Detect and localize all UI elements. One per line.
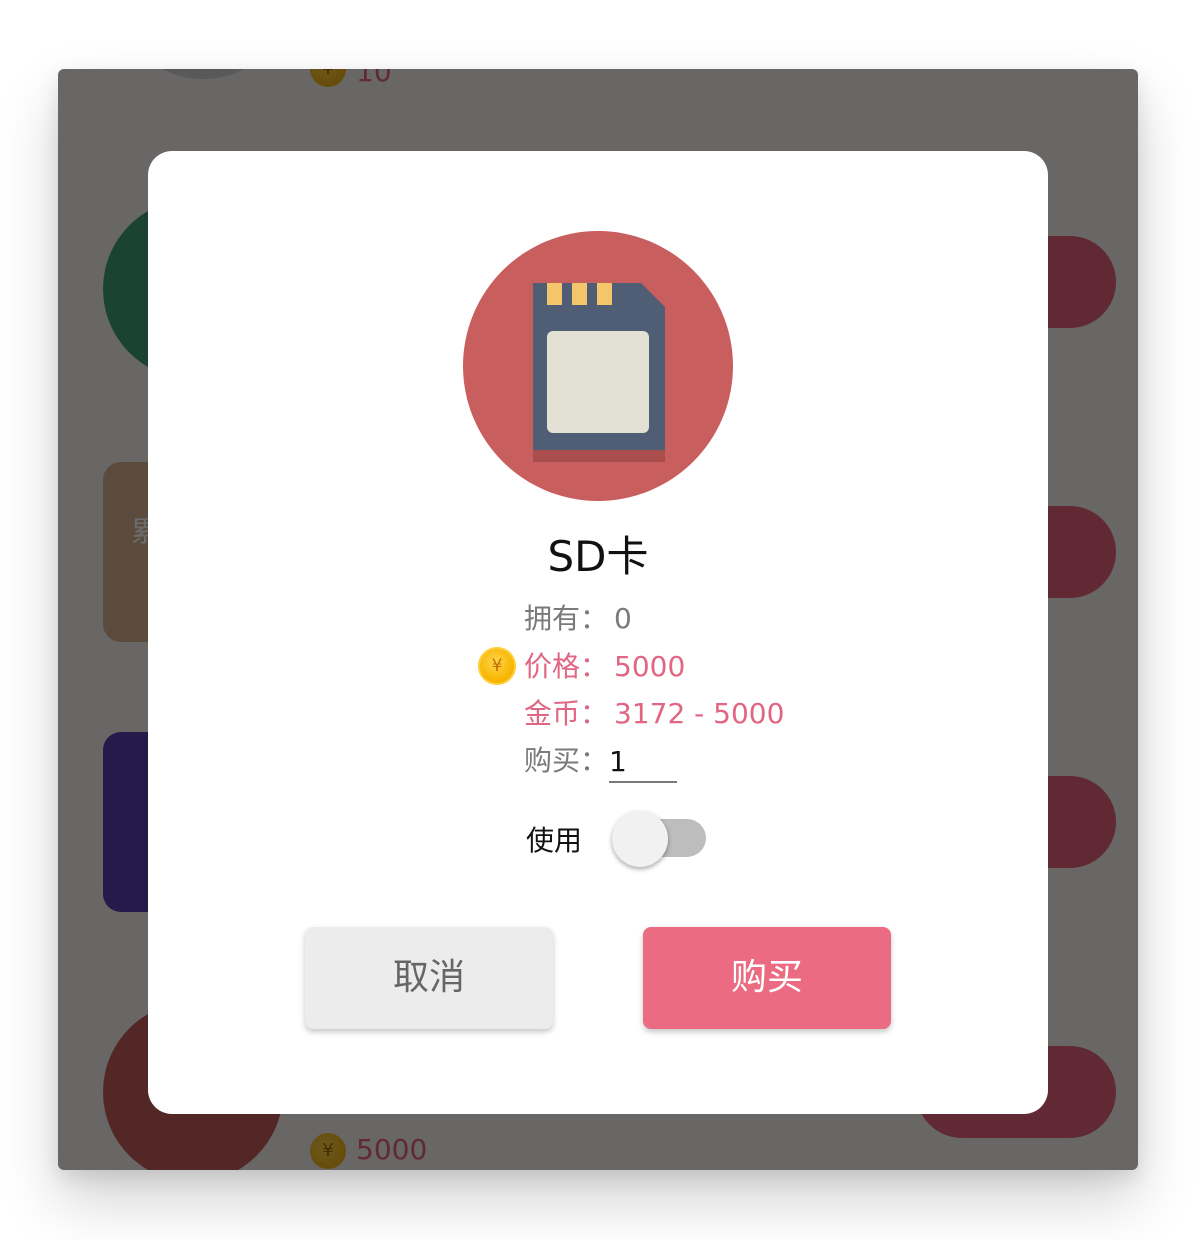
- coins-value: 3172 - 5000: [614, 697, 785, 730]
- use-toggle-thumb: [612, 811, 668, 867]
- use-toggle[interactable]: [612, 811, 706, 867]
- purchase-dialog: SD卡 拥有：0 ¥ 价格：5000 金币：3172 - 5000 购买： 使用…: [148, 151, 1048, 1114]
- item-name: SD卡: [547, 532, 649, 581]
- buy-qty-label: 购买：: [524, 744, 609, 777]
- use-label: 使用: [526, 824, 583, 857]
- owned-label: 拥有：: [524, 602, 609, 635]
- price-label: 价格：: [524, 650, 609, 683]
- coins-row: 金币： 3172 - 5000: [524, 694, 784, 734]
- buy-button[interactable]: 购买: [643, 927, 891, 1029]
- owned-row: 拥有： 0: [524, 599, 632, 639]
- owned-value: 0: [614, 602, 632, 635]
- buy-qty-row: 购买：: [524, 741, 608, 781]
- cancel-button[interactable]: 取消: [305, 927, 553, 1029]
- price-value: 5000: [614, 650, 686, 683]
- coin-icon: ¥: [478, 647, 516, 685]
- price-row: 价格： 5000: [524, 647, 685, 687]
- coins-label: 金币：: [524, 697, 609, 730]
- quantity-input[interactable]: [609, 741, 677, 783]
- sd-card-icon: [463, 231, 733, 501]
